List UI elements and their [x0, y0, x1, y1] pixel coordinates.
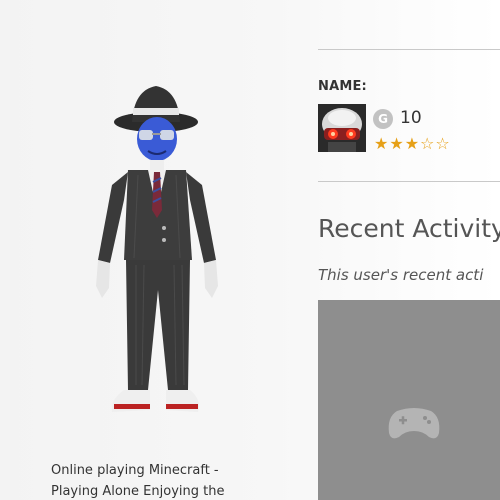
robot-gamerpic-icon — [318, 104, 366, 152]
star-filled-icon: ★ — [374, 134, 389, 153]
gamerscore-value: 10 — [400, 108, 422, 128]
controller-icon — [388, 408, 440, 439]
divider — [318, 49, 500, 50]
recent-activity-description: This user's recent acti — [318, 266, 484, 284]
star-empty-icon: ☆ — [420, 134, 435, 153]
divider — [318, 181, 500, 182]
presence-line-1: Online playing Minecraft - — [51, 463, 219, 478]
star-filled-icon: ★ — [389, 134, 404, 153]
activity-tile[interactable] — [318, 300, 500, 500]
star-empty-icon: ☆ — [435, 134, 450, 153]
gamerpic[interactable] — [318, 104, 366, 152]
name-label: NAME: — [318, 79, 367, 94]
star-filled-icon: ★ — [404, 134, 420, 153]
recent-activity-title: Recent Activity — [318, 214, 500, 243]
presence-text: Online playing Minecraft - Playing Alone… — [51, 460, 271, 500]
avatar-figure — [40, 60, 270, 430]
reputation-stars: ★ ★ ★ ☆ ☆ — [374, 136, 450, 152]
gamerscore-icon: G — [373, 109, 393, 129]
presence-line-2: Playing Alone Enjoying the — [51, 484, 225, 499]
